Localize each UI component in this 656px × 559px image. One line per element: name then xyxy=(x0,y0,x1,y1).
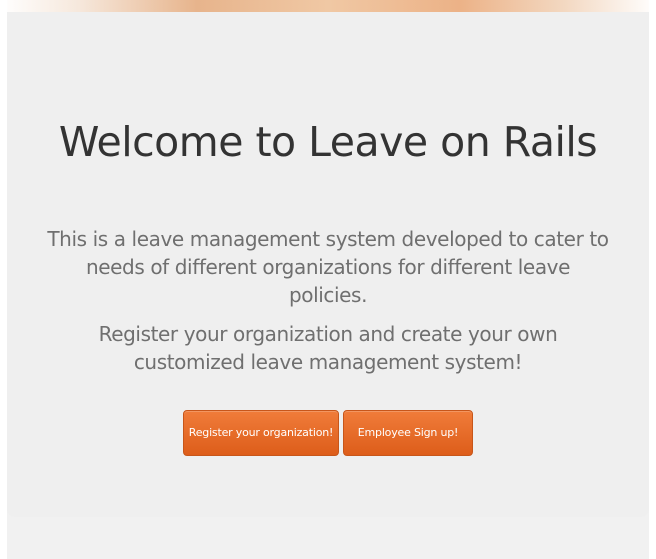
page-title: Welcome to Leave on Rails xyxy=(58,118,598,166)
hero-panel: Welcome to Leave on Rails This is a leav… xyxy=(7,12,649,517)
intro-description: This is a leave management system develo… xyxy=(47,227,609,307)
header-background-strip xyxy=(0,0,656,12)
employee-signup-button[interactable]: Employee Sign up! xyxy=(343,410,473,456)
page-margin-right xyxy=(649,0,656,559)
action-buttons: Register your organization! Employee Sig… xyxy=(7,410,649,456)
page-margin-left xyxy=(0,0,7,559)
register-organization-button[interactable]: Register your organization! xyxy=(183,410,339,456)
page: Welcome to Leave on Rails This is a leav… xyxy=(0,0,656,559)
register-callout: Register your organization and create yo… xyxy=(98,322,558,374)
